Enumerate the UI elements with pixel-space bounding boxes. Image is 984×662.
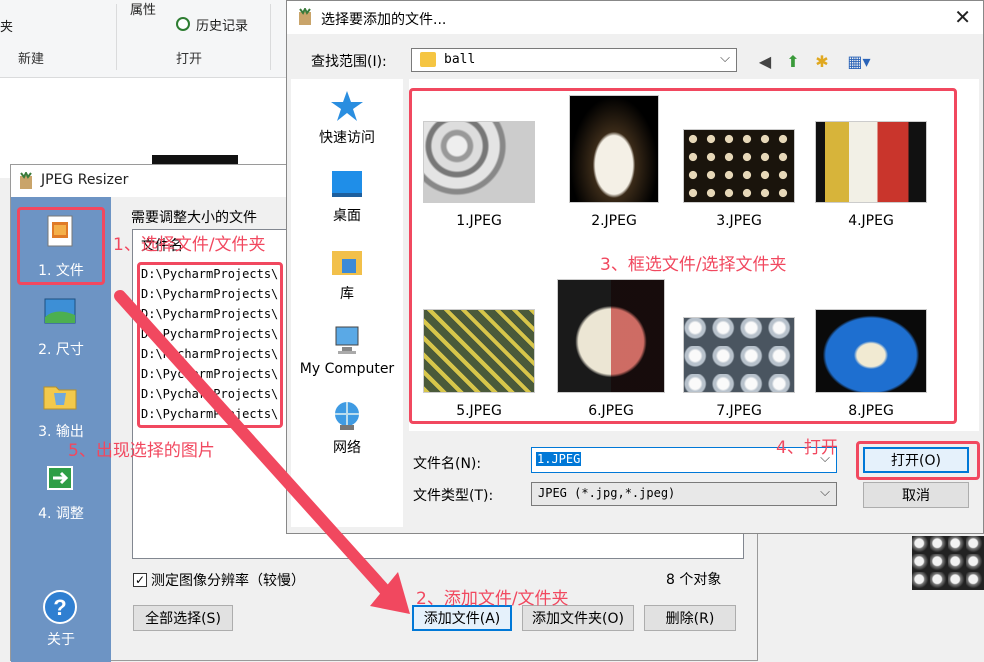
annotation-arrow — [114, 290, 410, 614]
